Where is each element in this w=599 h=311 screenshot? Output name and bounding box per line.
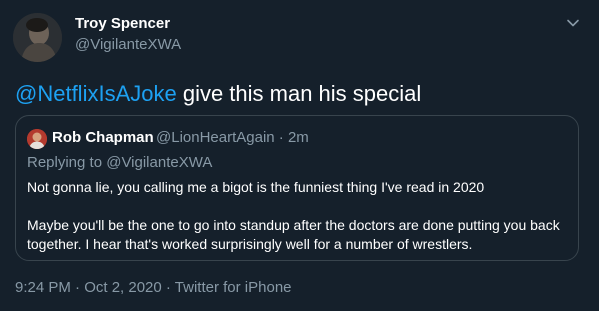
quoted-tweet-card[interactable]: Rob Chapman @LionHeartAgain · 2m Replyin… [15,115,579,261]
replying-to-label: Replying to @VigilanteXWA [27,154,213,171]
author-name[interactable]: Troy Spencer [75,15,170,32]
quoted-paragraph: Maybe you'll be the one to go into stand… [27,217,560,252]
quoted-author-avatar[interactable] [27,129,47,149]
quoted-author-handle: @LionHeartAgain · 2m [156,129,309,146]
tweet-timestamp[interactable]: 9:24 PM · Oct 2, 2020 · Twitter for iPho… [15,279,292,296]
quoted-tweet-text: Not gonna lie, you calling me a bigot is… [27,178,567,254]
author-handle[interactable]: @VigilanteXWA [75,36,181,53]
tweet: Troy Spencer @VigilanteXWA @NetflixIsAJo… [0,0,599,311]
quoted-paragraph: Not gonna lie, you calling me a bigot is… [27,179,485,195]
chevron-down-icon[interactable] [562,12,584,34]
author-avatar[interactable] [13,13,62,62]
tweet-text: @NetflixIsAJoke give this man his specia… [15,80,421,108]
quoted-author-name: Rob Chapman [52,129,154,146]
mention-link[interactable]: @NetflixIsAJoke [15,81,177,106]
tweet-body: give this man his special [176,81,422,106]
